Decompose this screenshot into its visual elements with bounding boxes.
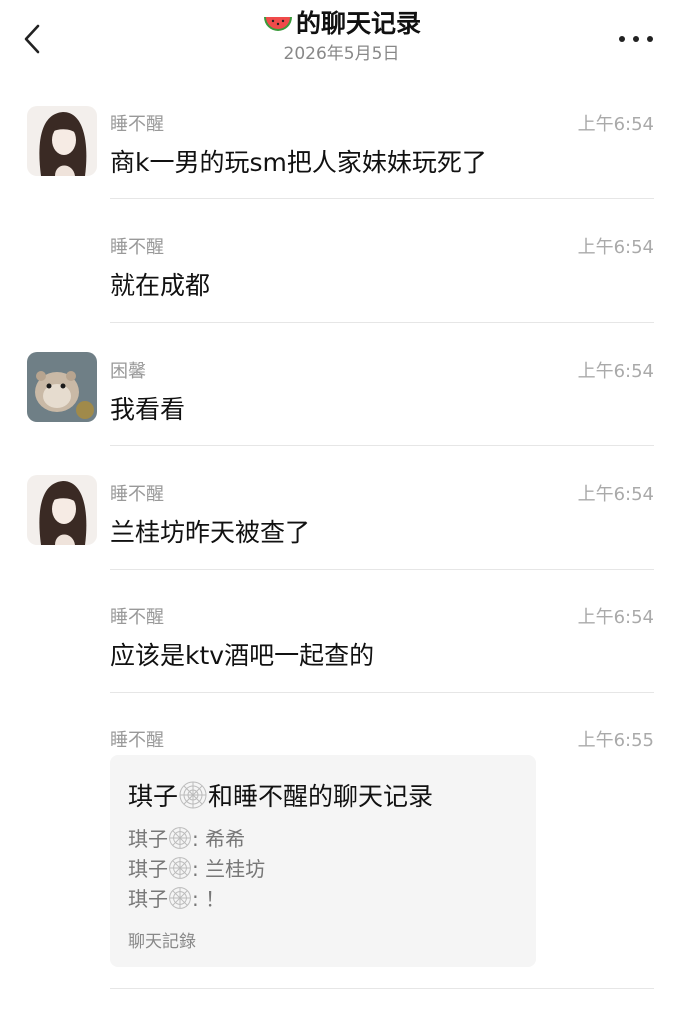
sender-name: 睡不醒 bbox=[110, 114, 164, 135]
card-title-rest: 和睡不醒的聊天记录 bbox=[208, 782, 434, 811]
message-text: 我看看 bbox=[110, 395, 186, 424]
chat-record-card[interactable]: 琪子 和睡不醒的聊天记录 琪子 : 希希 琪子: 兰桂坊 琪子: ！ 聊天記… bbox=[110, 755, 536, 967]
card-line-text: : 希希 bbox=[192, 827, 246, 851]
girl-avatar-icon bbox=[27, 475, 97, 545]
card-title: 琪子 和睡不醒的聊天记录 bbox=[128, 777, 433, 813]
avatar[interactable] bbox=[27, 106, 97, 176]
card-line: 琪子 : 希希 bbox=[128, 823, 245, 852]
divider bbox=[110, 445, 654, 446]
message-text: 就在成都 bbox=[110, 271, 211, 300]
watermelon-icon bbox=[263, 17, 292, 31]
page-title: 的聊天记录 bbox=[262, 6, 421, 42]
divider bbox=[110, 988, 654, 989]
spider-web-icon bbox=[169, 826, 191, 849]
message-time: 上午6:54 bbox=[577, 607, 654, 628]
sender-name: 睡不醒 bbox=[110, 484, 164, 505]
card-line-name: 琪子 bbox=[128, 887, 168, 911]
message-time: 上午6:54 bbox=[577, 484, 654, 505]
girl-avatar-icon bbox=[27, 106, 97, 176]
card-line-name: 琪子 bbox=[128, 857, 168, 881]
message-time: 上午6:54 bbox=[577, 361, 654, 382]
avatar[interactable] bbox=[27, 475, 97, 545]
divider bbox=[110, 692, 654, 693]
divider bbox=[110, 198, 654, 199]
message-text: 商k一男的玩sm把人家妹妹玩死了 bbox=[110, 148, 487, 177]
chat-date: 2026年5月5日 bbox=[283, 44, 400, 64]
message-text: 应该是ktv酒吧一起查的 bbox=[110, 641, 375, 670]
message-time: 上午6:55 bbox=[577, 730, 654, 751]
message-time: 上午6:54 bbox=[577, 114, 654, 135]
card-footer-label: 聊天記錄 bbox=[128, 932, 196, 952]
card-line-text: : ！ bbox=[192, 887, 226, 911]
top-bar: 的聊天记录 2026年5月5日 bbox=[0, 0, 683, 90]
title-area: 的聊天记录 2026年5月5日 bbox=[0, 6, 683, 66]
spider-web-icon bbox=[179, 781, 207, 809]
card-title-name: 琪子 bbox=[128, 782, 179, 811]
sender-name: 睡不醒 bbox=[110, 730, 164, 751]
card-line-name: 琪子 bbox=[128, 827, 168, 851]
card-line: 琪子 : 兰桂坊 bbox=[128, 853, 265, 882]
more-dots-icon[interactable] bbox=[619, 36, 653, 44]
avatar[interactable] bbox=[27, 352, 97, 422]
card-line-text: : 兰桂坊 bbox=[192, 857, 266, 881]
sender-name: 睡不醒 bbox=[110, 607, 164, 628]
message-time: 上午6:54 bbox=[577, 237, 654, 258]
spider-web-icon bbox=[169, 886, 191, 909]
card-line: 琪子 : ！ bbox=[128, 883, 225, 912]
message-text: 兰桂坊昨天被查了 bbox=[110, 518, 311, 547]
divider bbox=[110, 569, 654, 570]
hamster-avatar-icon bbox=[27, 352, 97, 422]
sender-name: 睡不醒 bbox=[110, 237, 164, 258]
sender-name: 困馨 bbox=[110, 361, 146, 382]
spider-web-icon bbox=[169, 856, 191, 879]
divider bbox=[110, 322, 654, 323]
title-text: 的聊天记录 bbox=[295, 9, 421, 38]
